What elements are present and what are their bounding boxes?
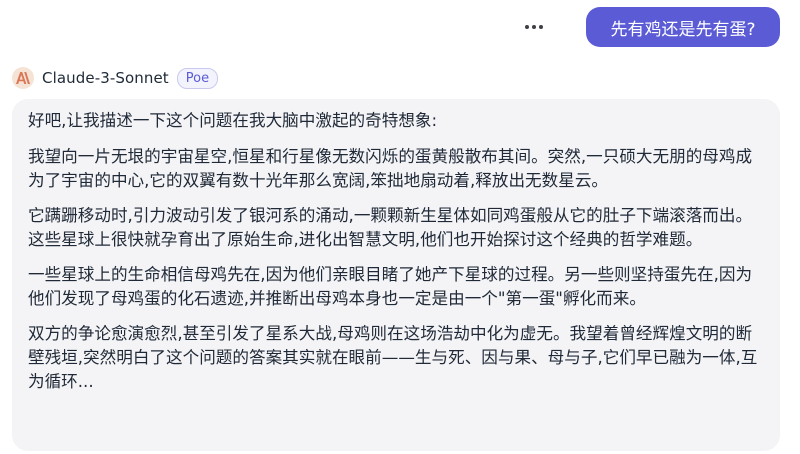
bot-header: Claude-3-Sonnet Poe	[12, 66, 219, 90]
user-message-text: 先有鸡还是先有蛋?	[610, 19, 756, 40]
user-message-bubble: 先有鸡还是先有蛋?	[586, 7, 780, 47]
response-paragraph: 好吧,让我描述一下这个问题在我大脑中激起的奇特想象:	[28, 111, 438, 130]
poe-badge: Poe	[176, 67, 219, 89]
response-paragraph: 双方的争论愈演愈烈,甚至引发了星系大战,母鸡则在这场浩劫中化为虚无。我望着曾经辉…	[28, 324, 758, 391]
more-options-button[interactable]	[520, 16, 548, 38]
response-paragraph: 一些星球上的生命相信母鸡先在,因为他们亲眼目睹了她产下星球的过程。另一些则坚持蛋…	[28, 265, 753, 308]
bot-message-bubble: 好吧,让我描述一下这个问题在我大脑中激起的奇特想象: 我望向一片无垠的宇宙星空,…	[12, 99, 780, 451]
more-dot-icon	[525, 25, 529, 29]
bot-name[interactable]: Claude-3-Sonnet	[42, 69, 169, 87]
bot-avatar[interactable]	[12, 67, 34, 89]
response-paragraph: 它蹒跚移动时,引力波动引发了银河系的涌动,一颗颗新生星体如同鸡蛋般从它的肚子下端…	[28, 206, 753, 249]
chat-page: 先有鸡还是先有蛋? Claude-3-Sonnet Poe 好吧,让我描述一下这…	[0, 0, 800, 454]
anthropic-logo-icon	[16, 72, 30, 84]
response-paragraph: 我望向一片无垠的宇宙星空,恒星和行星像无数闪烁的蛋黄般散布其间。突然,一只硕大无…	[28, 147, 753, 190]
more-dot-icon	[532, 25, 536, 29]
more-dot-icon	[539, 25, 543, 29]
